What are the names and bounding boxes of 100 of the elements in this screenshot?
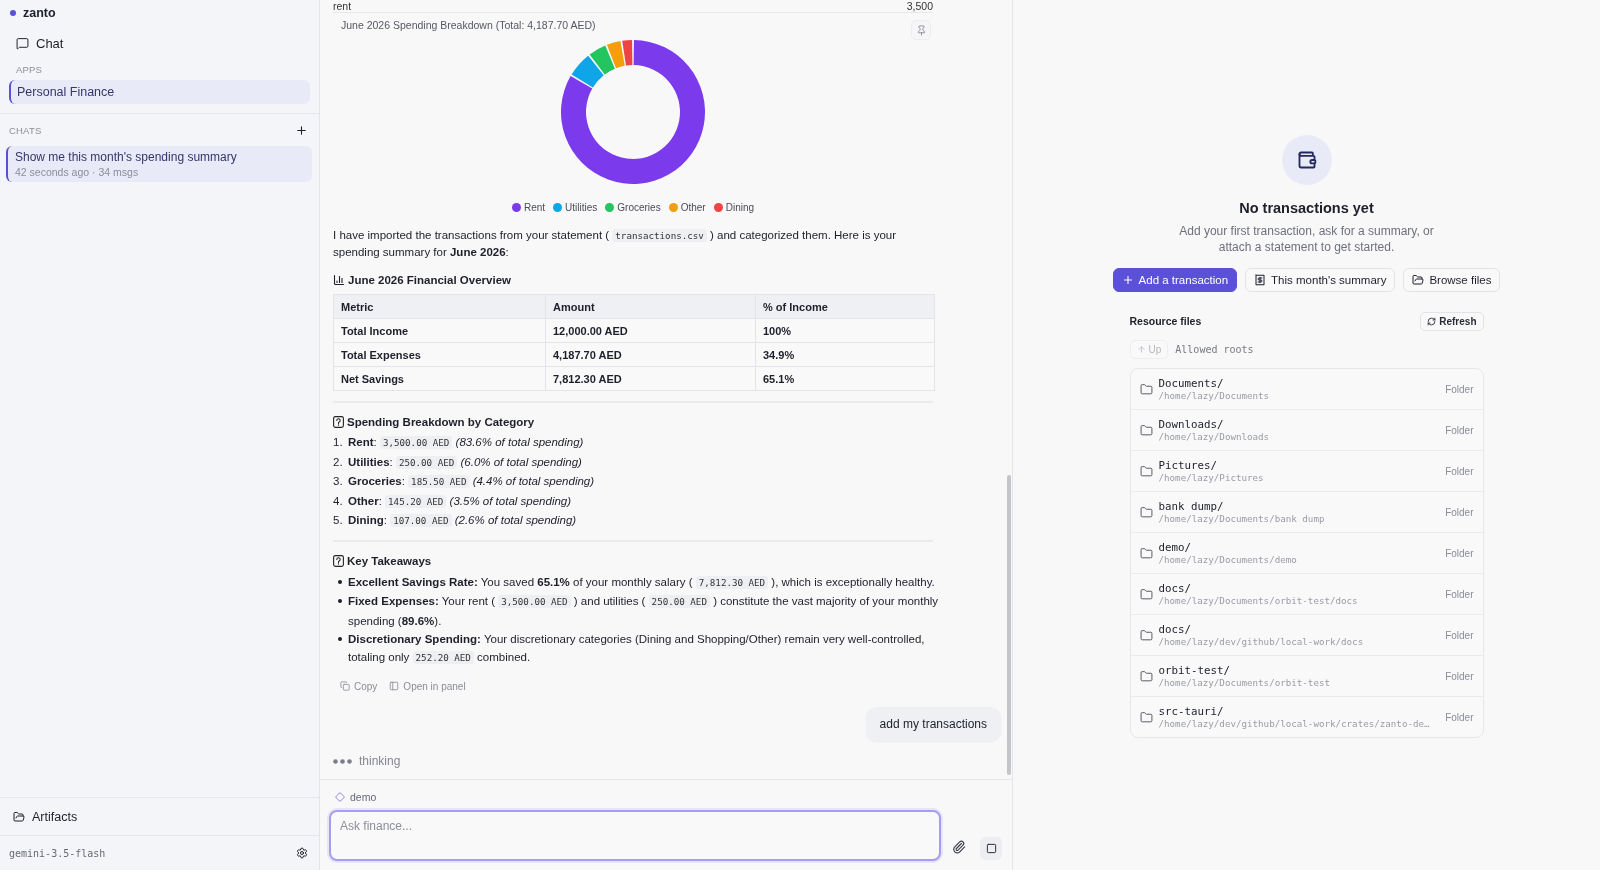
location-label: Allowed roots: [1175, 344, 1254, 355]
table-cell: Total Income: [333, 318, 546, 343]
bullet-icon: [338, 579, 342, 584]
file-path: /home/lazy/Documents/demo: [1158, 553, 1298, 566]
scrollbar-thumb[interactable]: [1007, 475, 1011, 775]
file-name: bank dump/: [1158, 499, 1225, 513]
chat-title: Show me this month's spending summary: [15, 149, 238, 165]
file-path: /home/lazy/Downloads: [1158, 430, 1271, 443]
file-name: src-tauri/: [1158, 704, 1225, 718]
panel-icon: [389, 681, 400, 692]
empty-state-description: Add your first transaction, ask for a summary, or attach a statement to get started.: [1178, 223, 1435, 255]
empty-state-title: No transactions yet: [1239, 199, 1374, 218]
paperclip-icon: [952, 840, 966, 854]
section-heading: June 2026 Financial Overview: [348, 274, 511, 286]
chart-title: June 2026 Spending Breakdown (Total: 4,187.70 AED): [341, 18, 596, 32]
copy-icon: [340, 681, 350, 692]
refresh-button[interactable]: Refresh: [1420, 311, 1484, 331]
file-path: /home/lazy/Documents/orbit-test/docs: [1158, 594, 1359, 607]
browse-files-button[interactable]: Browse files: [1403, 268, 1501, 292]
file-path: /home/lazy/Pictures: [1158, 471, 1265, 484]
summary-button[interactable]: This month's summary: [1245, 268, 1396, 292]
file-row[interactable]: bank dump/ /home/lazy/Documents/bank dump Folder: [1130, 491, 1483, 532]
attach-button[interactable]: [951, 839, 967, 855]
file-path: /home/lazy/Documents/bank dump: [1158, 512, 1326, 525]
diamond-icon: [335, 792, 345, 802]
chat-item[interactable]: Show me this month's spending summary 42 seconds ago · 34 msgs: [6, 146, 312, 182]
square-icon: [985, 843, 997, 854]
arrow-up-icon: [1136, 345, 1146, 354]
settings-button[interactable]: [296, 847, 308, 859]
question-box-icon: [333, 554, 344, 567]
file-name: demo/: [1158, 540, 1192, 554]
section-heading: Key Takeaways: [347, 554, 432, 567]
file-type: Folder: [1445, 670, 1474, 682]
file-row[interactable]: Pictures/ /home/lazy/Pictures Folder: [1130, 450, 1483, 491]
legend-label: Groceries: [617, 201, 661, 213]
file-row[interactable]: orbit-test/ /home/lazy/Documents/orbit-test Folder: [1130, 655, 1483, 696]
file-path: /home/lazy/Documents: [1158, 389, 1271, 402]
add-transaction-button[interactable]: Add a transaction: [1112, 268, 1238, 292]
section-title: Resource files: [1129, 315, 1202, 327]
new-chat-button[interactable]: [295, 123, 308, 137]
table-cell: rent: [333, 0, 352, 12]
logo-dot-icon: [10, 10, 16, 16]
legend-label: Rent: [523, 201, 546, 213]
app-name: zanto: [23, 6, 56, 20]
chat-bubble-icon: [16, 36, 29, 50]
file-path: /home/lazy/dev/github/local-work/docs: [1158, 635, 1365, 648]
file-name: Downloads/: [1158, 417, 1225, 431]
table-cell: Total Expenses: [333, 342, 546, 367]
list-item-text: Dining: 107.00 AED (2.6% of total spending): [348, 513, 577, 530]
table-header-cell: Metric: [333, 294, 546, 319]
file-path: /home/lazy/Documents/orbit-test: [1158, 676, 1331, 689]
table-header-cell: % of Income: [755, 294, 935, 319]
file-row[interactable]: src-tauri/ /home/lazy/dev/github/local-work/crates/zanto-de… Folder: [1130, 696, 1483, 737]
file-row[interactable]: Downloads/ /home/lazy/Downloads Folder: [1130, 409, 1483, 450]
file-name: Pictures/: [1158, 458, 1218, 472]
table-cell: 4,187.70 AED: [545, 342, 756, 367]
folder-icon: [1139, 546, 1153, 560]
settings-icon: [296, 847, 308, 859]
typing-dots-icon: [333, 758, 352, 764]
app-item[interactable]: Personal Finance: [9, 80, 310, 104]
list-number: 1.: [333, 435, 344, 450]
file-row[interactable]: docs/ /home/lazy/dev/github/local-work/docs Folder: [1130, 614, 1483, 655]
table-cell: 12,000.00 AED: [545, 318, 756, 343]
file-type: Folder: [1445, 465, 1474, 477]
list-number: 4.: [333, 493, 344, 509]
status-text: thinking: [359, 754, 401, 769]
list-item-text: Groceries: 185.50 AED (4.4% of total spending): [348, 474, 595, 491]
file-type: Folder: [1445, 588, 1474, 600]
message-paragraph: I have imported the transactions from your statement ( transactions.csv ) and categorized them. Here is your spending summary for June 2026:: [333, 228, 898, 260]
plus-icon: [295, 123, 308, 137]
nav-item[interactable]: Artifacts: [0, 797, 319, 835]
list-number: 2.: [333, 454, 344, 470]
file-row[interactable]: demo/ /home/lazy/Documents/demo Folder: [1130, 532, 1483, 573]
wallet-icon: [1281, 135, 1332, 185]
list-item-text: Fixed Expenses: Your rent ( 3,500.00 AED ) and utilities ( 250.00 AED ) constitute the vast majority of your monthly spending (89.6%).: [348, 594, 940, 629]
file-type: Folder: [1445, 506, 1474, 518]
folder-open-icon: [13, 810, 25, 823]
list-item-text: Discretionary Spending: Your discretionary categories (Dining and Shopping/Other) remain very well-controlled, totaling only 252.20 AED combined.: [348, 631, 926, 667]
legend-label: Utilities: [565, 201, 598, 213]
folder-icon: [1139, 464, 1153, 478]
file-row[interactable]: docs/ /home/lazy/Documents/orbit-test/docs Folder: [1130, 573, 1483, 614]
nav-item[interactable]: Chat: [16, 33, 64, 53]
list-item-text: Excellent Savings Rate: You saved 65.1% of your monthly salary ( 7,812.30 AED ), which is exceptionally healthy.: [348, 574, 936, 591]
legend-label: Dining: [725, 201, 755, 213]
table-cell: 65.1%: [755, 366, 935, 391]
message-input[interactable]: Ask finance...: [329, 810, 941, 861]
context-tag: demo: [350, 791, 377, 803]
file-name: Documents/: [1158, 376, 1225, 390]
chat-meta: 42 seconds ago · 34 msgs: [15, 165, 140, 179]
bullet-icon: [338, 636, 342, 641]
table-cell: Net Savings: [333, 366, 546, 391]
plus-icon: [1121, 274, 1134, 286]
stop-button[interactable]: [980, 837, 1002, 860]
file-name: docs/: [1158, 581, 1192, 595]
table-cell: 3,500: [906, 0, 933, 12]
file-row[interactable]: Documents/ /home/lazy/Documents Folder: [1130, 369, 1483, 409]
folder-icon: [1139, 587, 1153, 601]
file-type: Folder: [1445, 547, 1474, 559]
folder-icon: [1139, 710, 1153, 724]
folder-icon: [1139, 505, 1153, 519]
